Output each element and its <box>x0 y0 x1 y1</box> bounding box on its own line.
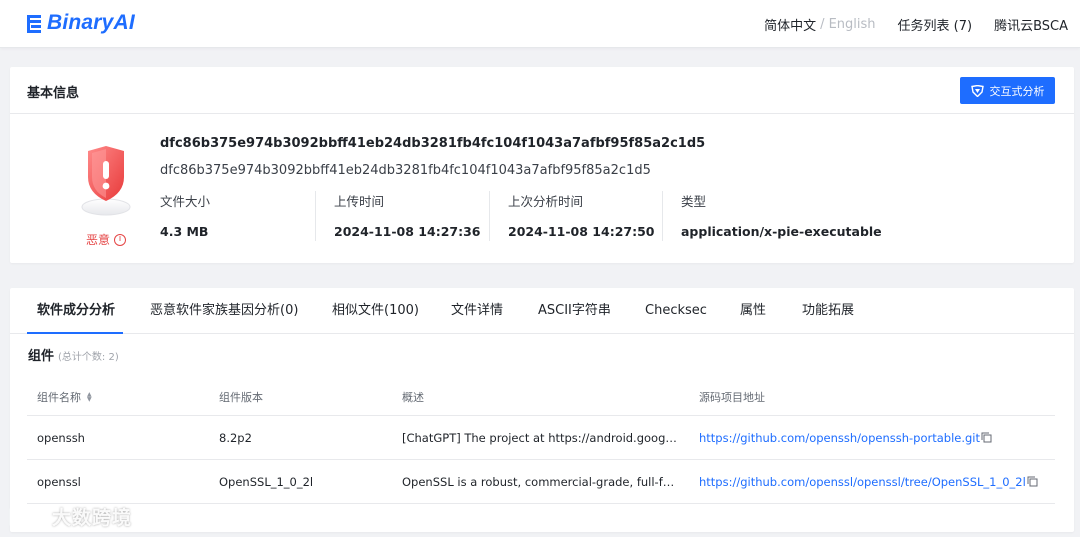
source-url-link[interactable]: https://github.com/openssh/openssh-porta… <box>699 431 980 445</box>
component-source: https://github.com/openssh/openssh-porta… <box>699 416 1055 459</box>
tab-similar-files[interactable]: 相似文件(100) <box>332 288 419 334</box>
top-navbar: BinaryAI 简体中文 / English 任务列表 (7) 腾讯云BSCA <box>0 0 1080 48</box>
meta-file-size: 文件大小 4.3 MB <box>160 191 210 247</box>
basic-info-title: 基本信息 <box>27 86 80 101</box>
component-name: openssl <box>37 474 81 489</box>
header-nav: 简体中文 / English 任务列表 (7) 腾讯云BSCA <box>764 0 1068 48</box>
info-icon[interactable]: i <box>114 233 126 246</box>
binaryai-logo-icon <box>27 15 41 33</box>
summary-text: OpenSSL is a robust, commercial-grade, f… <box>402 474 680 489</box>
lang-switch-en[interactable]: English <box>829 17 876 32</box>
summary-text: [ChatGPT] The project at https://android… <box>402 430 680 445</box>
copy-icon[interactable] <box>1027 476 1038 487</box>
tab-sca[interactable]: 软件成分分析 <box>37 288 115 334</box>
col-summary: 概述 <box>402 390 424 404</box>
file-name: dfc86b375e974b3092bbff41eb24db3281fb4fc1… <box>160 163 651 178</box>
malicious-label: 恶意 i <box>66 231 146 248</box>
meta-value: 2024-11-08 14:27:50 <box>508 224 655 239</box>
malicious-shield-icon <box>70 143 142 219</box>
meta-label: 类型 <box>681 194 707 209</box>
basic-info-header: 基本信息 交互式分析 <box>10 67 1074 114</box>
threat-verdict: 恶意 i <box>66 143 146 248</box>
col-component-version: 组件版本 <box>219 390 263 404</box>
table-row: openssl OpenSSL_1_0_2l OpenSSL is a robu… <box>27 460 1055 504</box>
components-count: (总计个数: 2) <box>58 352 119 363</box>
tab-checksec[interactable]: Checksec <box>645 288 707 334</box>
basic-info-card: 基本信息 交互式分析 恶意 i dfc86b375e974b3092bbff41… <box>10 67 1074 263</box>
component-name: openssh <box>37 430 85 445</box>
interactive-analysis-button[interactable]: 交互式分析 <box>960 77 1055 104</box>
analysis-shield-icon <box>970 84 984 97</box>
sort-icon[interactable]: ▲ ▼ <box>87 391 92 402</box>
watermark: 大数跨境 <box>8 503 132 530</box>
meta-divider <box>315 191 316 241</box>
meta-type: 类型 application/x-pie-executable <box>681 191 882 247</box>
tab-ascii-strings[interactable]: ASCII字符串 <box>538 288 611 334</box>
tab-attributes[interactable]: 属性 <box>740 288 766 334</box>
tab-extensions[interactable]: 功能拓展 <box>802 288 854 334</box>
logo[interactable]: BinaryAI <box>26 11 135 35</box>
meta-value: application/x-pie-executable <box>681 224 882 239</box>
component-summary: OpenSSL is a robust, commercial-grade, f… <box>402 460 680 503</box>
components-title: 组件 (总计个数: 2) <box>28 345 119 364</box>
analysis-tabs: 软件成分分析 恶意软件家族基因分析(0) 相似文件(100) 文件详情 ASCI… <box>10 288 1074 334</box>
component-version: 8.2p2 <box>219 430 252 445</box>
col-source-url: 源码项目地址 <box>699 390 765 404</box>
meta-label: 上次分析时间 <box>508 194 584 209</box>
interactive-analysis-label: 交互式分析 <box>989 84 1045 98</box>
table-header: 组件名称 ▲ ▼ 组件版本 概述 源码项目地址 <box>27 378 1055 416</box>
meta-label: 上传时间 <box>334 194 385 209</box>
source-url-link[interactable]: https://github.com/openssl/openssl/tree/… <box>699 475 1026 489</box>
table-row: openssh 8.2p2 [ChatGPT] The project at h… <box>27 416 1055 460</box>
components-title-text: 组件 <box>28 349 55 364</box>
sha256-hash: dfc86b375e974b3092bbff41eb24db3281fb4fc1… <box>160 136 706 151</box>
watermark-text: 大数跨境 <box>52 507 133 529</box>
meta-value: 2024-11-08 14:27:36 <box>334 224 481 239</box>
tencent-bsca-link[interactable]: 腾讯云BSCA <box>994 15 1068 34</box>
col-component-name[interactable]: 组件名称 ▲ ▼ <box>37 378 207 415</box>
meta-value: 4.3 MB <box>160 224 209 239</box>
logo-text: BinaryAI <box>47 11 135 34</box>
lang-switch-zh[interactable]: 简体中文 <box>764 15 816 34</box>
tab-malware-family[interactable]: 恶意软件家族基因分析(0) <box>150 288 298 334</box>
meta-last-analysis-time: 上次分析时间 2024-11-08 14:27:50 <box>508 191 655 247</box>
col-header-label: 组件名称 <box>37 390 81 404</box>
malicious-text: 恶意 <box>85 233 110 247</box>
component-version: OpenSSL_1_0_2l <box>219 474 314 489</box>
meta-divider <box>662 191 663 241</box>
meta-upload-time: 上传时间 2024-11-08 14:27:36 <box>334 191 481 247</box>
components-table: 组件名称 ▲ ▼ 组件版本 概述 源码项目地址 openssh 8.2p2 [Ch… <box>27 378 1055 504</box>
analysis-card: 软件成分分析 恶意软件家族基因分析(0) 相似文件(100) 文件详情 ASCI… <box>10 288 1074 532</box>
lang-separator: / <box>820 16 825 32</box>
meta-label: 文件大小 <box>160 194 211 209</box>
watermark-logo-icon <box>9 506 46 526</box>
meta-divider <box>489 191 490 241</box>
task-list-link[interactable]: 任务列表 (7) <box>898 15 973 34</box>
component-source: https://github.com/openssl/openssl/tree/… <box>699 460 1055 503</box>
component-summary: [ChatGPT] The project at https://android… <box>402 416 680 459</box>
tab-file-details[interactable]: 文件详情 <box>451 288 503 334</box>
copy-icon[interactable] <box>981 432 992 443</box>
active-tab-indicator <box>27 332 123 334</box>
